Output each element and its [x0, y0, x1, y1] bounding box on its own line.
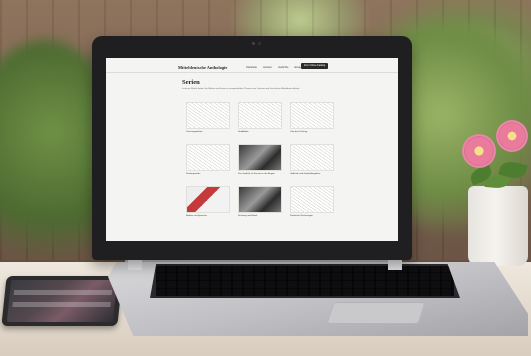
keyboard-keys — [156, 266, 454, 296]
series-title[interactable]: Redner und Sprecher — [186, 215, 230, 218]
page-title: Serien — [182, 79, 200, 86]
series-thumbnail[interactable] — [238, 144, 282, 171]
photo-scene: Mitteldeutsche Anthologie Startseite Aut… — [0, 0, 531, 356]
series-card[interactable]: Stadtbilder — [238, 102, 282, 140]
series-card[interactable]: Dichterporträts — [186, 144, 230, 182]
site-header: Mitteldeutsche Anthologie Startseite Aut… — [106, 58, 398, 73]
tablet-device — [1, 276, 123, 326]
series-card[interactable]: Gedichte und Gedichtbeigaben — [290, 144, 334, 182]
webcam-sensor-icon — [258, 42, 261, 45]
series-card[interactable]: Dichtung und Musik — [238, 186, 282, 224]
tablet-content-strip — [12, 302, 111, 307]
nav-item[interactable]: Autoren — [263, 66, 272, 69]
series-title[interactable]: Taschengedichte — [186, 131, 230, 134]
series-thumbnail[interactable] — [186, 186, 230, 213]
series-title[interactable]: Dichtung und Musik — [238, 215, 282, 218]
series-title[interactable]: Stadtbilder — [238, 131, 282, 134]
series-thumbnail[interactable] — [186, 144, 230, 171]
nav-item[interactable]: Startseite — [246, 66, 257, 69]
series-title[interactable]: Das Gedicht als Fenster in die Region — [238, 173, 282, 176]
pink-flower — [496, 120, 528, 152]
intro-text: In dieser Rubrik finden Sie Reihen und S… — [182, 88, 300, 90]
nav-item[interactable]: Gedichte — [278, 66, 288, 69]
flower-pot — [468, 186, 528, 266]
series-card[interactable]: Das Gedicht als Fenster in die Region — [238, 144, 282, 182]
series-grid: Taschengedichte Stadtbilder Orte der Dic… — [186, 102, 336, 224]
series-title[interactable]: Orte der Dichtung — [290, 131, 334, 134]
catalog-button[interactable]: Zum Online-Katalog — [301, 63, 329, 69]
laptop-touchpad — [326, 302, 426, 324]
site-brand[interactable]: Mitteldeutsche Anthologie — [178, 65, 227, 70]
series-thumbnail[interactable] — [238, 186, 282, 213]
series-title[interactable]: Dichterporträts — [186, 173, 230, 176]
webcam-icon — [252, 42, 255, 45]
series-card[interactable]: Redner und Sprecher — [186, 186, 230, 224]
series-title[interactable]: Gedichte und Gedichtbeigaben — [290, 173, 334, 176]
tablet-screen — [6, 280, 118, 322]
tablet-content-strip — [13, 290, 113, 295]
series-title[interactable]: Poetische Zeichnungen — [290, 215, 334, 218]
series-thumbnail[interactable] — [186, 102, 230, 129]
laptop-keyboard — [150, 264, 460, 298]
pink-flower — [462, 134, 496, 168]
series-thumbnail[interactable] — [290, 144, 334, 171]
laptop-screen: Mitteldeutsche Anthologie Startseite Aut… — [106, 58, 398, 241]
series-thumbnail[interactable] — [290, 186, 334, 213]
series-thumbnail[interactable] — [238, 102, 282, 129]
series-card[interactable]: Orte der Dichtung — [290, 102, 334, 140]
laptop-lid: Mitteldeutsche Anthologie Startseite Aut… — [92, 36, 412, 260]
series-card[interactable]: Taschengedichte — [186, 102, 230, 140]
series-thumbnail[interactable] — [290, 102, 334, 129]
series-card[interactable]: Poetische Zeichnungen — [290, 186, 334, 224]
